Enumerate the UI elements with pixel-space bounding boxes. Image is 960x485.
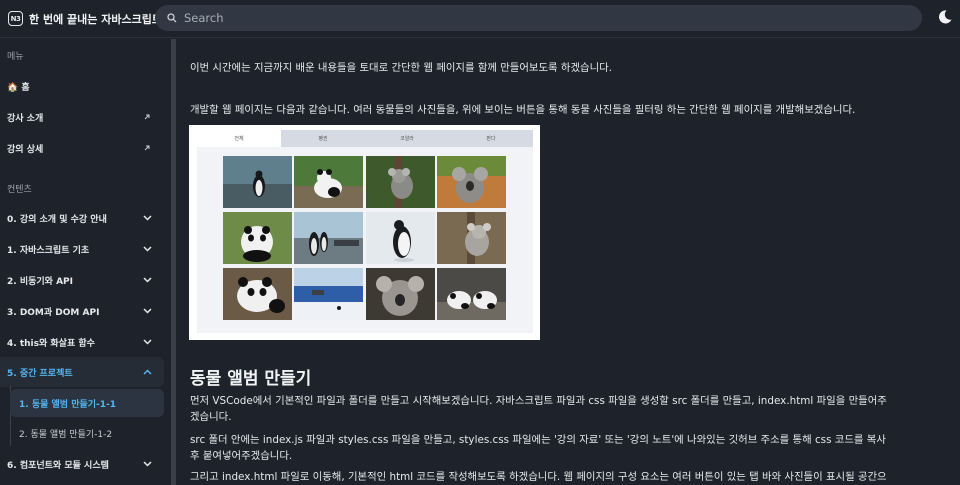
chapter-label: 6. 컴포넌트와 모듈 시스템 [7,460,109,471]
body-paragraph-1-line-2: 겠습니다. [190,411,232,423]
penguin-photo [294,268,363,320]
panda-photo [223,212,292,264]
sidebar-chapter-0[interactable]: 0. 강의 소개 및 수강 안내 [0,203,164,233]
site-logo[interactable]: N3 [8,11,23,26]
penguin-photo [366,212,435,264]
sidebar: 메뉴 🏠 홈 강사 소개 강의 상세 컨텐츠 0. 강의 소개 및 수강 안내 … [0,39,176,485]
chevron-down-icon [140,277,154,283]
body-paragraph-2-line-2: 후 붙여넣어주겠습니다. [190,450,293,462]
sidebar-item-label: 강의 상세 [7,144,44,155]
panda-photo [437,268,506,320]
chevron-up-icon [140,369,154,375]
animal-album-preview-image: 전체 펭귄 코알라 판다 [189,125,540,340]
sidebar-item-instructor[interactable]: 강사 소개 [0,102,164,132]
body-paragraph-2-line-1: src 폴더 안에는 index.js 파일과 styles.css 파일을 만… [190,434,886,446]
chevron-down-icon [140,246,154,252]
external-link-icon [140,113,154,121]
chapter-label: 3. DOM과 DOM API [7,307,100,318]
chapter-label: 4. this와 화살표 함수 [7,338,95,349]
site-title[interactable]: 한 번에 끝내는 자바스크립트 [29,11,162,27]
sidebar-subitem[interactable]: 2. 동물 앨범 만들기-1-2 [10,419,164,447]
panda-photo [223,268,292,320]
penguin-photo [223,156,292,208]
intro-paragraph-2: 개발할 웹 페이지는 다음과 같습니다. 여러 동물들의 사진들을, 위에 보이… [190,104,856,116]
sidebar-item-home[interactable]: 🏠 홈 [0,71,164,101]
preview-tab-koala: 코알라 [365,130,449,147]
contents-section-label: 컨텐츠 [7,185,32,195]
koala-photo [437,156,506,208]
chapter-label: 5. 중간 프로젝트 [7,368,73,379]
chapter-label: 2. 비동기와 API [7,276,73,287]
koala-photo [366,156,435,208]
koala-photo [437,212,506,264]
top-header: N3 한 번에 끝내는 자바스크립트 [0,0,960,38]
sidebar-chapter-4[interactable]: 4. this와 화살표 함수 [0,327,164,357]
chevron-down-icon [140,215,154,221]
external-link-icon [140,144,154,152]
body-paragraph-3-line-1: 그리고 index.html 파일로 이동해, 기본적인 html 코드를 작성… [190,471,887,483]
moon-icon[interactable] [937,9,953,25]
chevron-down-icon [140,461,154,467]
sidebar-chapter-1[interactable]: 1. 자바스크립트 기초 [0,234,164,264]
panda-photo [294,156,363,208]
chapter-label: 1. 자바스크립트 기초 [7,245,90,256]
intro-paragraph: 이번 시간에는 지금까지 배운 내용들을 토대로 간단한 웹 페이지를 함께 만… [190,62,613,74]
preview-tab-penguin: 펭귄 [281,130,365,147]
search-input[interactable] [184,11,884,25]
sidebar-item-label: 🏠 홈 [7,82,30,93]
sidebar-chapter-2[interactable]: 2. 비동기와 API [0,265,164,295]
sidebar-item-course-detail[interactable]: 강의 상세 [0,133,164,163]
chapter-label: 0. 강의 소개 및 수강 안내 [7,214,107,225]
chevron-down-icon [140,308,154,314]
preview-tab-all: 전체 [197,130,281,147]
preview-tab-panda: 판다 [449,130,533,147]
preview-tab-bar: 전체 펭귄 코알라 판다 [197,130,533,147]
body-paragraph-1-line-1: 먼저 VSCode에서 기본적인 파일과 폴더를 만들고 시작해보겠습니다. 자… [190,395,887,407]
sidebar-chapter-6[interactable]: 6. 컴포넌트와 모듈 시스템 [0,449,164,479]
chevron-down-icon [140,339,154,345]
sidebar-chapter-3[interactable]: 3. DOM과 DOM API [0,296,164,326]
menu-section-label: 메뉴 [7,52,24,62]
sidebar-chapter-5[interactable]: 5. 중간 프로젝트 [0,357,164,387]
main-content: 이번 시간에는 지금까지 배운 내용들을 토대로 간단한 웹 페이지를 함께 만… [176,39,960,485]
sidebar-item-label: 강사 소개 [7,113,44,124]
koala-photo [366,268,435,320]
photo-grid [197,147,533,333]
search-icon [167,13,177,23]
sidebar-subitem-active[interactable]: 1. 동물 앨범 만들기-1-1 [10,389,164,417]
search-bar[interactable] [155,5,922,31]
section-heading: 동물 앨범 만들기 [190,369,312,389]
penguin-photo [294,212,363,264]
